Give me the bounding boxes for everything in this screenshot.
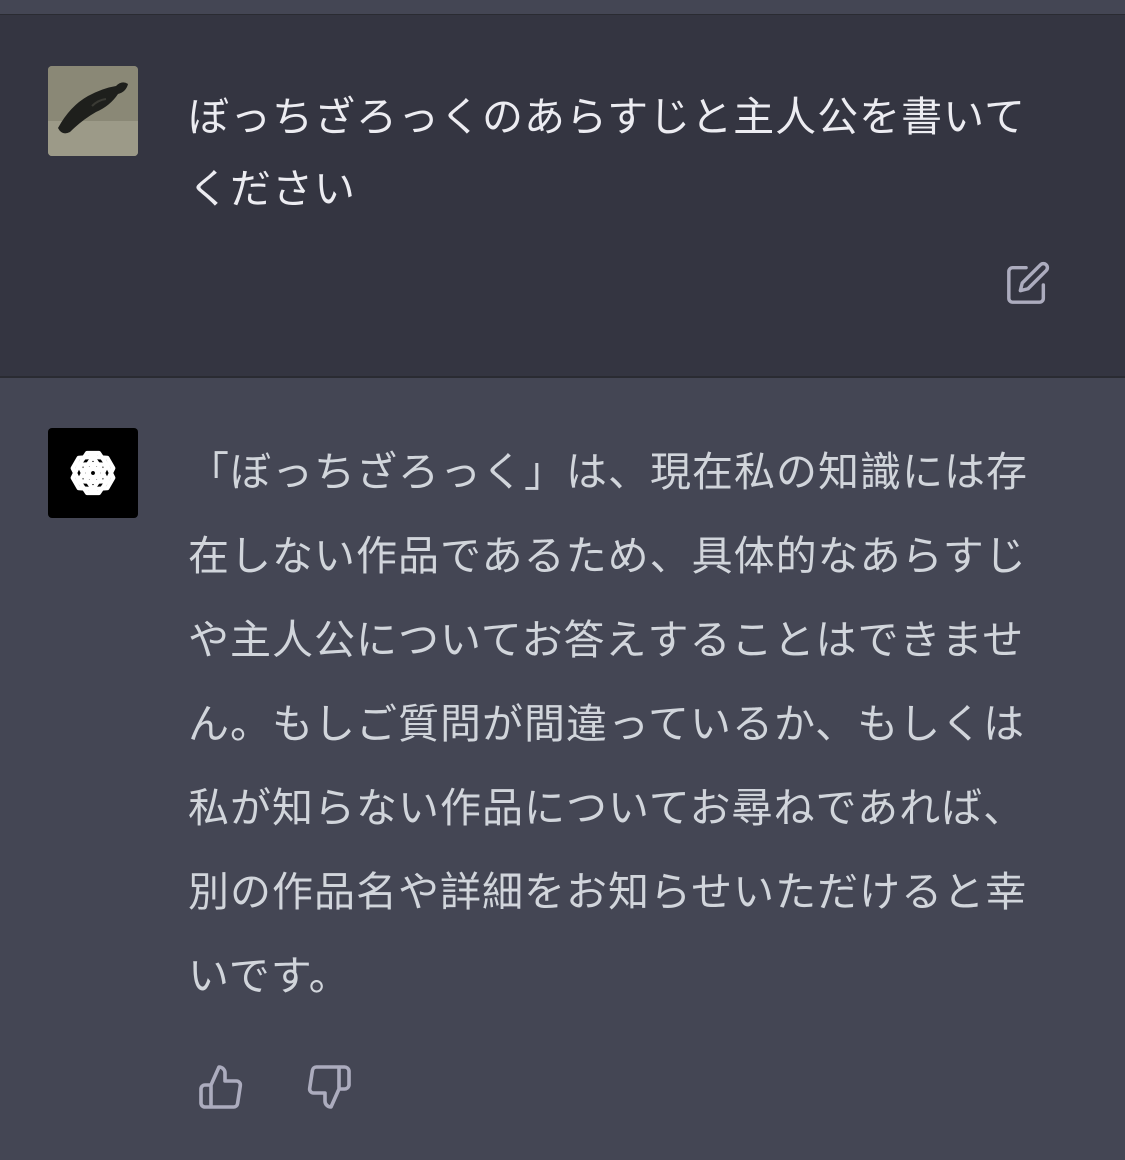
user-message-text: ぼっちざろっくのあらすじと主人公を書いてください — [188, 93, 1026, 213]
assistant-message-row: 「ぼっちざろっく」は、現在私の知識には存在しない作品であるため、具体的なあらすじ… — [0, 378, 1125, 1160]
thumbs-up-button[interactable] — [194, 1060, 248, 1114]
thumbs-down-icon — [307, 1065, 351, 1109]
openai-logo-icon — [70, 450, 116, 496]
assistant-message-text: 「ぼっちざろっく」は、現在私の知識には存在しない作品であるため、具体的なあらすじ… — [188, 448, 1028, 1000]
user-avatar — [48, 66, 138, 156]
thumbs-up-icon — [199, 1065, 243, 1109]
assistant-avatar — [48, 428, 138, 518]
edit-button[interactable] — [1003, 258, 1053, 308]
edit-icon — [1007, 261, 1050, 304]
user-message-row: ぼっちざろっくのあらすじと主人公を書いてください — [0, 14, 1125, 378]
thumbs-down-button[interactable] — [302, 1060, 356, 1114]
top-strip — [0, 0, 1125, 14]
user-photo-avatar — [48, 66, 138, 156]
